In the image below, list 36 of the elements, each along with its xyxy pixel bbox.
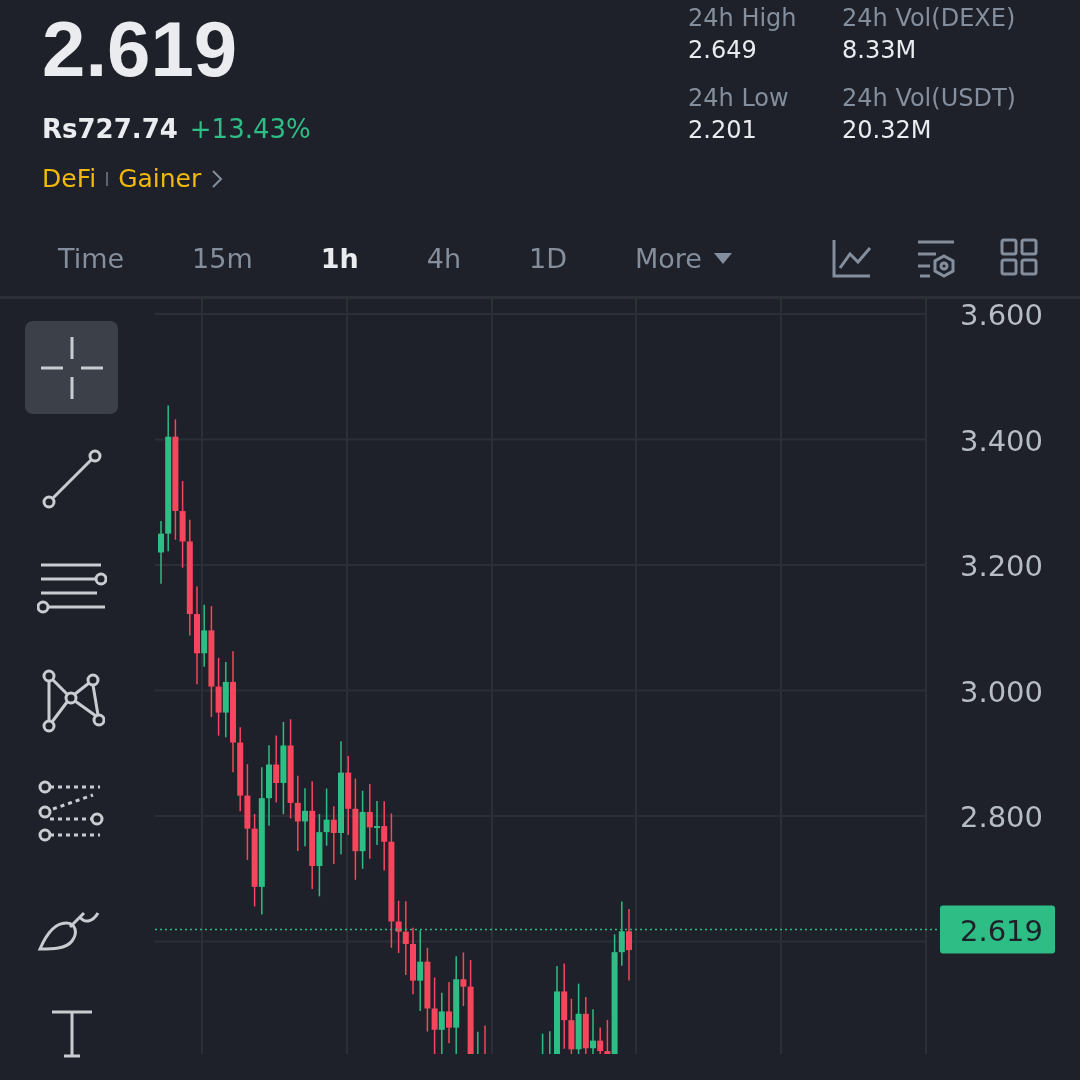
interval-tab[interactable]: 1h [306, 236, 373, 280]
chart-icon[interactable] [832, 238, 872, 279]
price-axis-label: 2.800 [960, 800, 1044, 834]
chevron-right-icon [211, 168, 224, 189]
stat-label: 24h High [688, 4, 798, 32]
caret-down-icon [713, 252, 732, 264]
candlestick [541, 1033, 544, 1054]
stat-label: 24h Vol(DEXE) [842, 4, 1017, 32]
grid-icon[interactable] [1000, 238, 1038, 279]
last-price: 2.619 [42, 10, 239, 88]
stat-value: 2.201 [688, 116, 758, 144]
candlestick [484, 1024, 486, 1054]
price-axis-label: 3.000 [960, 674, 1044, 709]
stat-value: 8.33M [842, 36, 918, 64]
price-axis-label: 3.400 [960, 423, 1044, 458]
stat-value: 2.649 [688, 36, 758, 64]
candlestick [549, 1030, 551, 1054]
price-change: +13.43% [189, 114, 311, 144]
stat-value: 20.32M [842, 116, 933, 144]
indicator-settings-icon[interactable] [916, 238, 956, 279]
candlestick [477, 1031, 479, 1054]
interval-tab[interactable]: 15m [178, 236, 267, 280]
crosshair-icon [38, 334, 105, 401]
fiat-price: Rs727.74 [42, 114, 178, 144]
interval-tab[interactable]: 4h [412, 236, 476, 280]
price-axis-label: 3.600 [960, 299, 1044, 332]
category-tag[interactable]: DeFi [42, 164, 97, 193]
interval-tab[interactable]: 1D [515, 236, 582, 280]
last-price-tag: 2.619 [940, 905, 1055, 954]
drawing-tool[interactable] [25, 321, 118, 414]
stat-label: 24h Low [688, 84, 790, 112]
price-axis-label: 3.200 [960, 549, 1044, 583]
interval-tab[interactable]: Time [44, 236, 139, 280]
interval-tab[interactable]: More [621, 236, 746, 280]
stat-label: 24h Vol(USDT) [842, 84, 1017, 112]
category-tag[interactable]: Gainer [118, 164, 202, 193]
